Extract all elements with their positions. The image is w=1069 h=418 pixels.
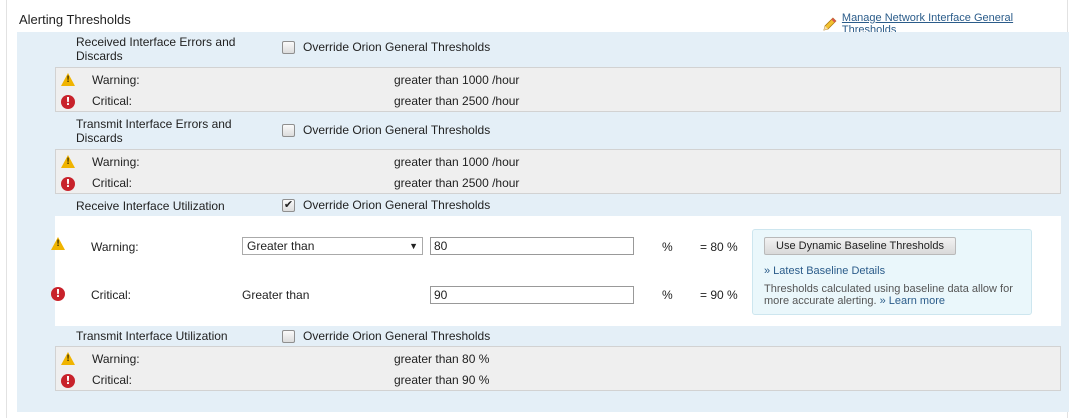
latest-baseline-details-link[interactable]: » Latest Baseline Details (764, 265, 885, 277)
section-header-receive-utilization: Receive Interface Utilization (76, 199, 225, 213)
critical-result: = 90 % (700, 288, 738, 302)
override-label: Override Orion General Thresholds (303, 123, 491, 137)
warning-row: Warning: greater than 1000 /hour (56, 70, 1060, 90)
critical-row: ! Critical: greater than 2500 /hour (56, 91, 1060, 111)
override-receive-utilization[interactable]: ✔ Override Orion General Thresholds (282, 198, 490, 212)
warning-icon (61, 155, 75, 168)
critical-value: greater than 2500 /hour (394, 94, 520, 108)
critical-label: Critical: (92, 94, 133, 108)
warning-icon (61, 73, 75, 86)
critical-label: Critical: (92, 176, 133, 190)
transmit-utilization-section: Transmit Interface Utilization Override … (17, 326, 1069, 412)
warning-row: Warning: greater than 1000 /hour (56, 152, 1060, 172)
learn-more-link[interactable]: » Learn more (880, 295, 945, 307)
critical-unit: % (662, 288, 673, 302)
override-received-errors[interactable]: Override Orion General Thresholds (282, 40, 490, 54)
received-errors-box: Warning: greater than 1000 /hour ! Criti… (55, 67, 1061, 112)
critical-label: Critical: (91, 288, 132, 302)
critical-icon: ! (61, 177, 75, 191)
page-title: Alerting Thresholds (19, 12, 131, 27)
override-transmit-utilization[interactable]: Override Orion General Thresholds (282, 329, 490, 343)
section-header-transmit-errors: Transmit Interface Errors and Discards (76, 117, 232, 145)
critical-value: greater than 2500 /hour (394, 176, 520, 190)
dropdown-arrow-icon: ▼ (409, 241, 418, 251)
override-label: Override Orion General Thresholds (303, 198, 491, 212)
override-label: Override Orion General Thresholds (303, 329, 491, 343)
override-checkbox[interactable] (282, 40, 295, 54)
baseline-panel: Use Dynamic Baseline Thresholds » Latest… (752, 229, 1032, 315)
override-transmit-errors[interactable]: Override Orion General Thresholds (282, 123, 490, 137)
critical-row: ! Critical: greater than 2500 /hour (56, 173, 1060, 193)
section-header-received-errors: Received Interface Errors and Discards (76, 35, 236, 63)
warning-label: Warning: (91, 240, 139, 254)
warning-icon (61, 352, 75, 365)
warning-label: Warning: (92, 155, 140, 169)
pencil-icon (823, 17, 837, 31)
override-checkbox[interactable] (282, 123, 295, 137)
override-checkbox-checked[interactable]: ✔ (282, 198, 295, 212)
transmit-errors-box: Warning: greater than 1000 /hour ! Criti… (55, 149, 1061, 194)
critical-label: Critical: (92, 373, 133, 387)
receive-utilization-editor: Warning: Greater than ▼ 80 % = 80 % ! Cr… (51, 216, 1061, 326)
override-checkbox[interactable] (282, 329, 295, 343)
warning-icon (51, 237, 65, 250)
warning-row: Warning: greater than 80 % (56, 349, 1060, 369)
warning-value: greater than 1000 /hour (394, 73, 520, 87)
baseline-note: Thresholds calculated using baseline dat… (764, 283, 1026, 307)
critical-threshold-input[interactable]: 90 (430, 286, 634, 304)
critical-value: greater than 90 % (394, 373, 490, 387)
warning-threshold-input[interactable]: 80 (430, 237, 634, 255)
section-header-transmit-utilization: Transmit Interface Utilization (76, 329, 228, 343)
warning-result: = 80 % (700, 240, 738, 254)
critical-icon: ! (61, 374, 75, 388)
warning-operator-select[interactable]: Greater than ▼ (242, 237, 423, 255)
critical-operator: Greater than (242, 288, 310, 302)
transmit-utilization-box: Warning: greater than 80 % ! Critical: g… (55, 346, 1061, 391)
warning-unit: % (662, 240, 673, 254)
warning-value: greater than 80 % (394, 352, 490, 366)
warning-label: Warning: (92, 352, 140, 366)
critical-row: ! Critical: greater than 90 % (56, 370, 1060, 390)
critical-icon: ! (61, 95, 75, 109)
override-label: Override Orion General Thresholds (303, 40, 491, 54)
use-dynamic-baseline-button[interactable]: Use Dynamic Baseline Thresholds (764, 237, 956, 255)
critical-icon: ! (51, 287, 65, 301)
warning-operator-value: Greater than (247, 239, 315, 253)
warning-value: greater than 1000 /hour (394, 155, 520, 169)
warning-label: Warning: (92, 73, 140, 87)
